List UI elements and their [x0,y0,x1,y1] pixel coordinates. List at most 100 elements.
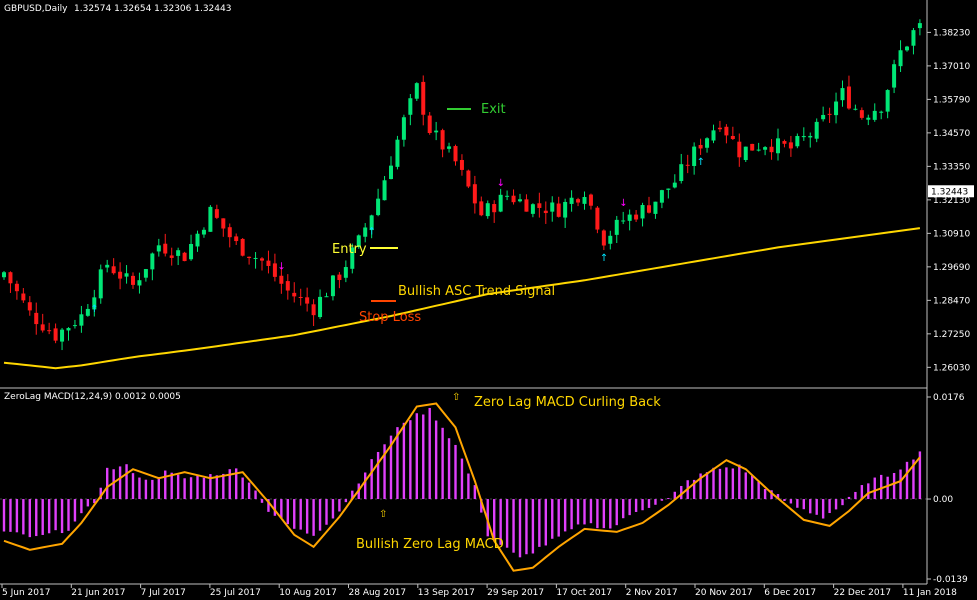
macd-histogram-bar [370,459,373,500]
macd-histogram-bar [757,481,760,500]
macd-histogram-bar [441,427,444,500]
candle-body [524,199,529,212]
candle-body [537,203,542,208]
macd-histogram-bar [841,499,844,506]
macd-histogram-bar [570,499,573,530]
macd-histogram-bar [305,499,309,534]
candle-body [530,204,535,214]
candle-body [795,136,800,147]
time-tick-label: 25 Jul 2017 [210,588,261,598]
macd-histogram-bar [538,499,541,547]
candle-body [479,201,484,216]
candle-body [60,329,65,342]
macd-histogram-bar [325,499,328,525]
candle-body [556,203,561,217]
price-tick-label: 1.29690 [933,263,970,273]
candle-body [440,130,445,150]
macd-histogram-bar [899,469,902,500]
candle-body [711,130,716,141]
current-price-label: 1.32443 [931,187,968,197]
price-tick-label: 1.35790 [933,95,970,105]
candle-body [698,144,703,149]
candle-body [717,127,722,130]
candle-body [453,146,458,162]
macd-histogram-bar [364,472,367,500]
buy-arrow-icon: ↑ [697,157,705,168]
candle-body [240,238,245,256]
candle-body [672,182,677,188]
macd-histogram-bar [280,499,283,519]
candle-body [511,195,516,203]
macd-histogram-bar [589,499,593,524]
indicator-title: ZeroLag MACD(12,24,9) 0.0012 0.0005 [4,392,181,402]
macd-histogram-bar [138,477,141,500]
candle-body [363,227,368,237]
macd-histogram-bar [157,476,160,500]
candle-body [840,88,845,101]
candle-body [685,164,690,166]
candle-body [905,46,909,51]
macd-histogram-bar [454,444,457,500]
macd-histogram-bar [41,499,44,535]
macd-histogram-bar [802,499,805,510]
time-tick-label: 2 Nov 2017 [626,588,678,598]
candle-body [879,111,884,113]
candle-body [737,141,742,158]
macd-histogram-bar [563,499,567,532]
price-tick-label: 1.27250 [933,330,970,340]
macd-histogram-bar [576,499,580,525]
candle-body [543,210,548,214]
candle-body [846,86,851,109]
macd-histogram-bar [815,499,818,515]
macd-bull-label: Bullish Zero Lag MACD [356,537,504,552]
price-tick-label: 1.28470 [933,296,970,306]
candle-body [563,201,568,218]
stop-loss-label: Stop Loss [359,310,421,325]
candle-body [892,64,897,88]
candle-body [40,324,45,331]
candle-body [298,296,303,298]
candle-body [459,159,464,170]
macd-histogram-bar [189,477,193,500]
candle-body [111,266,116,274]
candle-body [692,146,697,166]
candle-body [911,30,916,46]
candle-body [272,263,277,277]
candle-body [576,199,581,203]
candle-body [421,81,426,115]
candle-body [189,244,194,260]
candle-body [143,269,148,278]
price-tick-label: 1.32130 [933,196,970,206]
candle-body [917,23,922,29]
candle-body [434,130,439,133]
candle-body [827,113,832,115]
macd-histogram-bar [854,491,857,500]
trading-chart[interactable]: ↑ ↑ ↑ ↑ ↓ ↓ ↓ 1.38230 1.37010 1.35790 1.34570 1.33… [0,0,977,600]
candle-body [788,142,793,149]
macd-histogram-bar [751,475,754,500]
time-tick-label: 6 Dec 2017 [764,588,816,598]
macd-histogram-bar [905,461,909,500]
candle-body [518,199,522,202]
price-tick-label: 1.38230 [933,28,970,38]
candle-body [2,272,6,278]
macd-tick-label: 0.0176 [933,393,965,403]
macd-histogram-bar [247,482,251,500]
exit-label: Exit [481,102,506,117]
candle-body [550,202,555,212]
macd-histogram-bar [821,499,825,519]
macd-histogram-bar [67,499,70,531]
macd-histogram-bar [338,499,341,512]
candle-body [627,214,632,221]
macd-histogram-bar [73,499,77,522]
candle-body [195,233,200,247]
macd-histogram-bar [551,499,554,539]
candle-body [221,218,226,229]
macd-histogram-bar [886,476,889,500]
candle-body [324,296,329,298]
macd-histogram-bar [222,473,225,500]
time-tick-label: 17 Oct 2017 [556,588,612,598]
macd-histogram-bar [273,499,277,516]
macd-histogram-bar [796,499,799,508]
macd-histogram-bar [583,499,586,525]
